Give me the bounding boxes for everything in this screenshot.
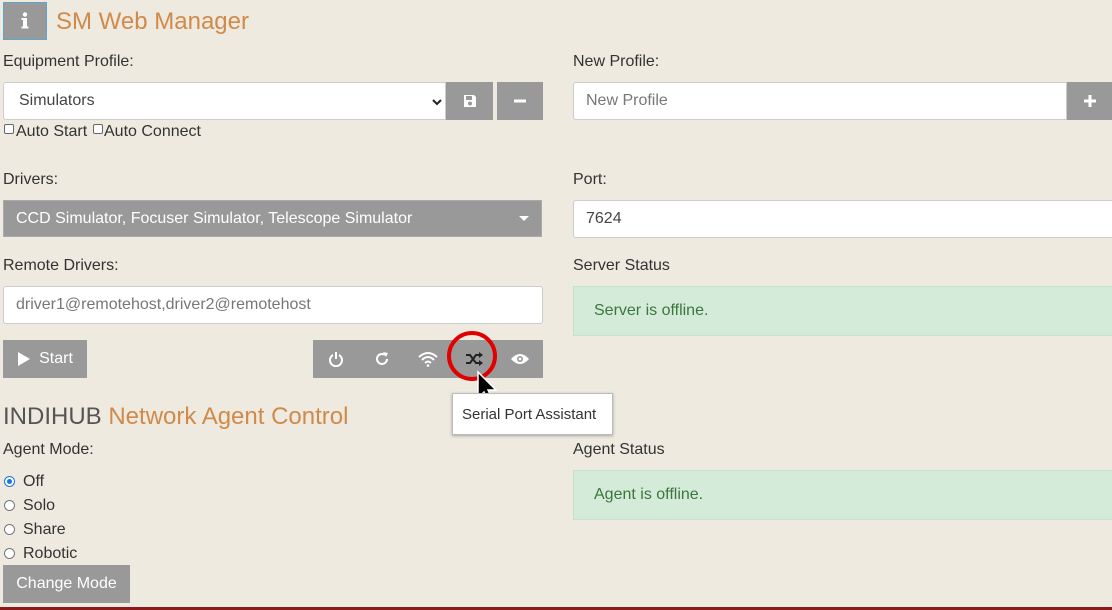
remote-drivers-placeholder: driver1@remotehost,driver2@remotehost	[16, 296, 311, 313]
new-profile-placeholder: New Profile	[586, 92, 668, 109]
network-agent-label: Network Agent Control	[101, 403, 349, 430]
network-button[interactable]	[405, 340, 451, 378]
start-label: Start	[39, 350, 73, 367]
new-profile-label: New Profile:	[573, 53, 660, 70]
agent-status-alert: Agent is offline.	[573, 470, 1112, 520]
equipment-profile-label: Equipment Profile:	[3, 53, 134, 70]
agent-mode-solo-label: Solo	[23, 497, 56, 514]
power-button[interactable]	[313, 340, 359, 378]
drivers-value: CCD Simulator, Focuser Simulator, Telesc…	[16, 210, 413, 227]
info-button[interactable]	[3, 2, 47, 40]
auto-connect-checkbox[interactable]	[93, 124, 103, 134]
refresh-icon	[376, 352, 388, 365]
save-profile-button[interactable]	[446, 82, 493, 120]
remove-profile-button[interactable]	[497, 82, 543, 120]
wifi-icon	[418, 352, 438, 367]
agent-mode-label: Agent Mode:	[3, 441, 94, 458]
agent-mode-off-radio[interactable]	[4, 476, 15, 487]
port-input[interactable]: 7624	[573, 200, 1112, 238]
tooltip-text: Serial Port Assistant	[462, 406, 597, 423]
indihub-label: INDIHUB	[3, 403, 102, 430]
remote-drivers-input[interactable]: driver1@remotehost,driver2@remotehost	[3, 286, 543, 324]
auto-start-checkbox[interactable]	[4, 124, 14, 134]
server-status-alert: Server is offline.	[573, 286, 1112, 336]
tooltip: Serial Port Assistant	[452, 393, 613, 435]
auto-start-label: Auto Start	[16, 123, 88, 140]
page-title: SM Web Manager	[56, 8, 249, 35]
agent-mode-share-label: Share	[23, 521, 66, 538]
server-toolbar	[313, 340, 543, 378]
change-mode-button[interactable]: Change Mode	[3, 565, 130, 603]
info-icon	[21, 12, 29, 29]
new-profile-input[interactable]: New Profile	[573, 82, 1067, 120]
chevron-down-icon	[432, 99, 442, 106]
change-mode-label: Change Mode	[16, 575, 117, 592]
auto-connect-label: Auto Connect	[104, 123, 201, 140]
drivers-label: Drivers:	[3, 171, 59, 188]
save-icon	[463, 95, 476, 107]
start-button[interactable]: Start	[3, 340, 87, 378]
plus-icon	[1083, 95, 1096, 107]
agent-mode-solo-radio[interactable]	[4, 500, 15, 511]
drivers-select[interactable]: CCD Simulator, Focuser Simulator, Telesc…	[3, 200, 542, 237]
add-profile-button[interactable]	[1067, 82, 1112, 120]
power-icon	[329, 352, 343, 367]
view-button[interactable]	[497, 340, 543, 378]
minus-icon	[514, 99, 526, 103]
remote-drivers-label: Remote Drivers:	[3, 257, 119, 274]
server-status-label: Server Status	[573, 257, 670, 274]
agent-mode-robotic-label: Robotic	[23, 545, 78, 562]
play-icon	[18, 352, 31, 366]
equipment-profile-select[interactable]: Simulators	[3, 82, 446, 120]
agent-mode-robotic-radio[interactable]	[4, 548, 15, 559]
restart-button[interactable]	[359, 340, 405, 378]
eye-icon	[511, 354, 529, 364]
agent-mode-off-label: Off	[23, 473, 45, 490]
caret-down-icon	[519, 216, 529, 221]
agent-section-title: INDIHUB Network Agent Control	[3, 403, 348, 431]
port-value: 7624	[586, 210, 622, 227]
agent-status-label: Agent Status	[573, 441, 665, 458]
server-status-text: Server is offline.	[594, 302, 709, 319]
agent-status-text: Agent is offline.	[594, 486, 704, 503]
equipment-profile-value: Simulators	[19, 92, 95, 109]
agent-mode-share-radio[interactable]	[4, 524, 15, 535]
port-label: Port:	[573, 171, 607, 188]
